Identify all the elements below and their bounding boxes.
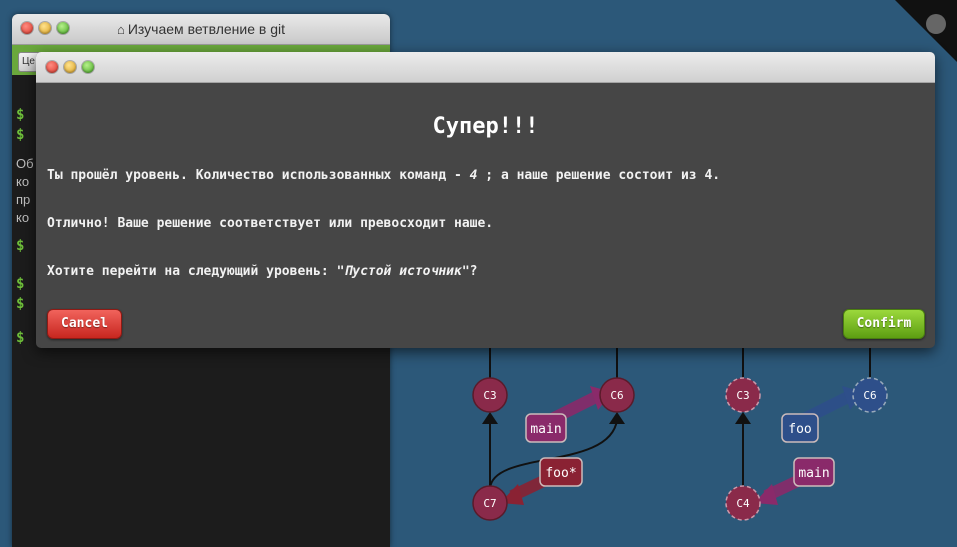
prompt: $ <box>16 296 25 312</box>
result-message: Ты прошёл уровень. Количество использова… <box>47 168 721 183</box>
branch-main-goal[interactable]: main <box>754 457 835 505</box>
prompt: $ <box>16 107 25 123</box>
next-level-name: "Пустой источник" <box>336 264 470 279</box>
prompt: $ <box>16 330 25 346</box>
commit-node[interactable]: C4 <box>725 485 761 521</box>
branch-label: foo <box>788 422 811 437</box>
branch-label: main <box>530 422 561 437</box>
commit-node[interactable]: C6 <box>852 377 888 413</box>
minimize-icon[interactable] <box>64 61 76 73</box>
confirm-button[interactable]: Confirm <box>843 309 925 339</box>
terminal-title: ⌂ Изучаем ветвление в git <box>117 21 285 37</box>
svg-text:C3: C3 <box>483 389 496 402</box>
svg-text:C6: C6 <box>610 389 623 402</box>
commit-node[interactable]: C6 <box>599 377 635 413</box>
branch-foo[interactable]: foo* <box>500 457 583 505</box>
svg-text:C7: C7 <box>483 497 496 510</box>
commit-node[interactable]: C7 <box>472 485 508 521</box>
current-graph: main foo* C3 C6 C7 <box>472 348 635 521</box>
branch-label: main <box>798 466 829 481</box>
terminal-titlebar: ⌂ Изучаем ветвление в git <box>12 14 390 45</box>
branch-label: foo* <box>545 466 576 481</box>
output-text: пр <box>16 192 31 207</box>
maximize-icon[interactable] <box>82 61 94 73</box>
output-text: Об <box>16 156 34 171</box>
output-text: ко <box>16 210 30 225</box>
commit-node[interactable]: C3 <box>725 377 761 413</box>
praise-message: Отлично! Ваше решение соответствует или … <box>47 216 494 231</box>
level-complete-dialog: Супер!!! Ты прошёл уровень. Количество и… <box>36 52 935 348</box>
prompt: $ <box>16 276 25 292</box>
commit-node[interactable]: C3 <box>472 377 508 413</box>
svg-text:C4: C4 <box>736 497 750 510</box>
prompt: $ <box>16 127 25 143</box>
octocat-icon <box>926 14 946 34</box>
prompt: $ <box>16 238 25 254</box>
svg-text:C6: C6 <box>863 389 876 402</box>
home-icon: ⌂ <box>117 22 125 37</box>
dialog-heading: Супер!!! <box>432 114 539 139</box>
goal-graph: foo main C3 C6 C4 <box>725 348 888 521</box>
close-icon[interactable] <box>46 61 58 73</box>
next-level-question: Хотите перейти на следующий уровень: "Пу… <box>47 264 478 279</box>
window-controls <box>46 61 94 73</box>
dialog-titlebar <box>36 52 935 83</box>
cancel-button[interactable]: Cancel <box>47 309 122 339</box>
output-text: ко <box>16 174 30 189</box>
svg-text:C3: C3 <box>736 389 749 402</box>
branch-foo-goal[interactable]: foo <box>781 386 864 443</box>
branch-main[interactable]: main <box>525 386 612 443</box>
